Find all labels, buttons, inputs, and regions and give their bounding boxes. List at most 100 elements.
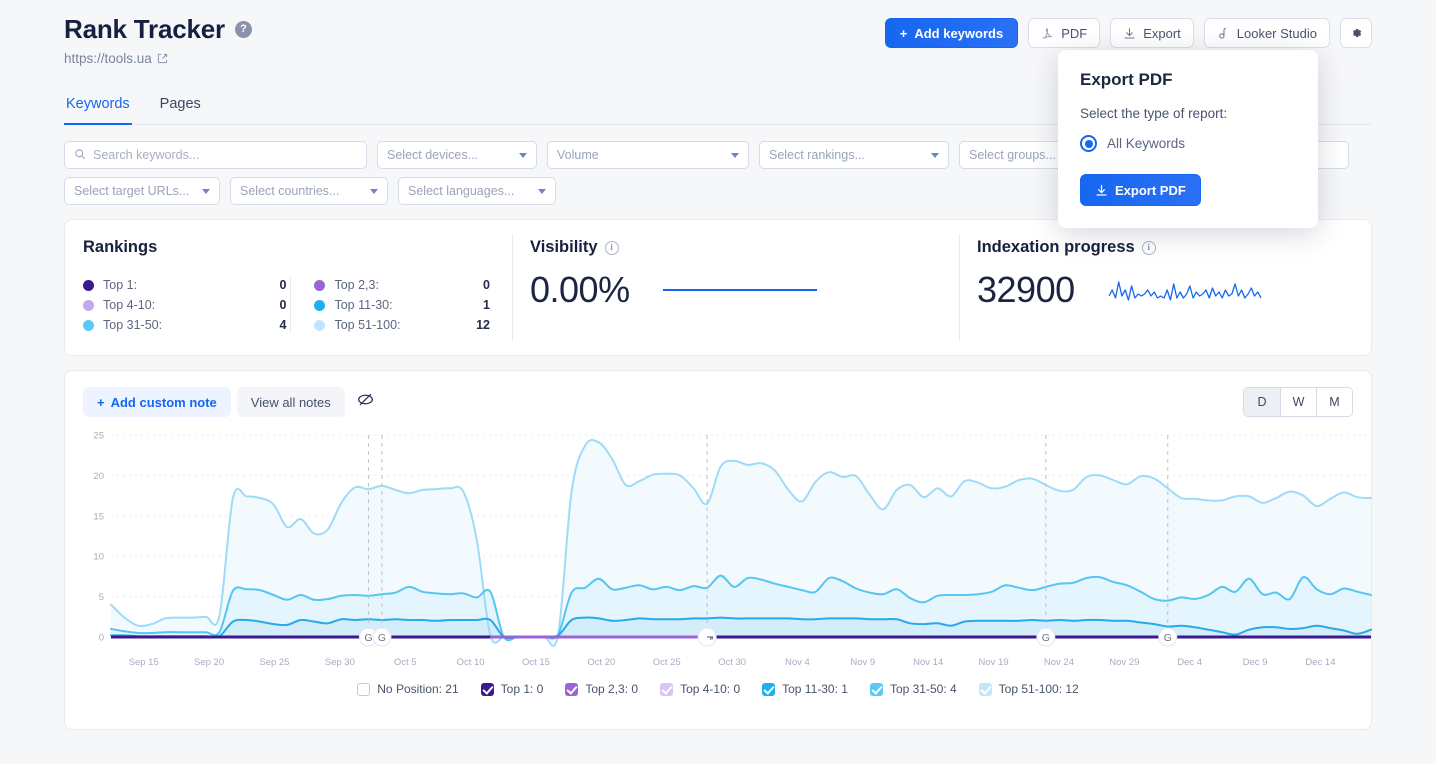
- tab-keywords[interactable]: Keywords: [64, 86, 132, 125]
- rankings-col-right: Top 2,3: 0 Top 11-30: 1 Top 51-100: 12: [286, 275, 490, 335]
- download-icon: [1123, 27, 1136, 40]
- tab-pages[interactable]: Pages: [158, 86, 203, 125]
- add-keywords-label: Add keywords: [914, 25, 1004, 41]
- legend-item[interactable]: Top 11-30: 1: [762, 682, 848, 696]
- legend-checkbox[interactable]: [357, 682, 371, 696]
- legend-label: Top 4-10: 0: [680, 682, 741, 696]
- time-range-segmented-control: D W M: [1243, 387, 1353, 417]
- view-all-notes-button[interactable]: View all notes: [236, 387, 345, 417]
- settings-button[interactable]: [1340, 18, 1372, 48]
- rank-dot: [83, 279, 94, 291]
- languages-label: Select languages...: [408, 184, 515, 198]
- chevron-down-icon: [519, 152, 527, 158]
- export-button[interactable]: Export: [1110, 18, 1194, 48]
- rank-label: Top 1:: [103, 278, 138, 292]
- legend-label: Top 11-30: 1: [782, 682, 848, 696]
- info-icon[interactable]: i: [604, 240, 619, 255]
- visibility-value: 0.00%: [530, 269, 630, 310]
- chart-toolbar: + Add custom note View all notes D W M: [83, 387, 1353, 417]
- toggle-notes-visibility-button[interactable]: [351, 387, 381, 417]
- legend-label: Top 31-50: 4: [889, 682, 957, 696]
- gear-icon: [1349, 26, 1363, 40]
- rank-value: 1: [483, 298, 490, 312]
- x-tick-label: Oct 10: [456, 657, 485, 668]
- x-tick-label: Nov 19: [978, 657, 1009, 668]
- volume-label: Volume: [557, 148, 599, 162]
- help-icon[interactable]: ?: [234, 21, 252, 38]
- rankings-col-left: Top 1: 0 Top 4-10: 0 Top 31-50: 4: [83, 275, 286, 335]
- legend-label: Top 1: 0: [500, 682, 544, 696]
- visibility-card-title: Visibility i: [530, 238, 937, 257]
- rank-dot: [314, 279, 326, 291]
- legend-checkbox[interactable]: [762, 682, 776, 696]
- x-tick-label: Dec 9: [1242, 657, 1268, 668]
- chevron-down-icon: [538, 188, 546, 194]
- legend-checkbox[interactable]: [869, 682, 883, 696]
- rankings-grid: Top 1: 0 Top 4-10: 0 Top 31-50: 4 Top 2,…: [83, 275, 490, 335]
- export-pdf-submit-button[interactable]: Export PDF: [1080, 174, 1201, 206]
- countries-select[interactable]: Select countries...: [230, 177, 388, 205]
- range-week-button[interactable]: W: [1280, 388, 1316, 416]
- x-tick-label: Nov 24: [1043, 657, 1074, 668]
- svg-text:G: G: [1164, 632, 1172, 644]
- rank-label: Top 11-30:: [334, 298, 393, 312]
- legend-checkbox[interactable]: [978, 682, 992, 696]
- rankings-select[interactable]: Select rankings...: [759, 141, 949, 169]
- legend-item[interactable]: Top 4-10: 0: [660, 682, 740, 696]
- x-tick-label: Sep 30: [324, 657, 355, 668]
- add-custom-note-button[interactable]: + Add custom note: [83, 387, 231, 417]
- legend-checkbox[interactable]: [660, 682, 674, 696]
- rank-label: Top 4-10:: [103, 298, 156, 312]
- download-icon: [1095, 184, 1108, 197]
- legend-checkbox[interactable]: [565, 682, 579, 696]
- range-month-button[interactable]: M: [1316, 388, 1352, 416]
- chevron-down-icon: [370, 188, 378, 194]
- visibility-card: Visibility i 0.00%: [512, 220, 959, 355]
- range-day-button[interactable]: D: [1244, 388, 1280, 416]
- legend-item[interactable]: Top 31-50: 4: [869, 682, 957, 696]
- rankings-chart-svg[interactable]: 0510152025G G G G: [83, 429, 1373, 661]
- indexation-sparkline: [1108, 281, 1262, 301]
- svg-text:10: 10: [93, 552, 104, 563]
- info-icon[interactable]: i: [1141, 240, 1156, 255]
- looker-studio-button[interactable]: Looker Studio: [1203, 18, 1330, 48]
- export-pdf-subtitle: Select the type of report:: [1080, 106, 1228, 121]
- search-input[interactable]: Search keywords...: [64, 141, 367, 169]
- visibility-title-text: Visibility: [530, 238, 598, 256]
- indexation-value: 32900: [977, 269, 1075, 310]
- page-title: Rank Tracker: [64, 14, 225, 44]
- pdf-button[interactable]: PDF: [1028, 18, 1101, 48]
- languages-select[interactable]: Select languages...: [398, 177, 556, 205]
- radio-all-keywords[interactable]: All Keywords: [1080, 135, 1296, 152]
- target-urls-label: Select target URLs...: [74, 184, 190, 198]
- legend-label: No Position: 21: [377, 682, 459, 696]
- legend-item[interactable]: No Position: 21: [357, 682, 459, 696]
- svg-text:25: 25: [93, 431, 104, 442]
- legend-item[interactable]: Top 2,3: 0: [565, 682, 638, 696]
- rank-item: Top 11-30: 1: [314, 295, 490, 315]
- volume-select[interactable]: Volume: [547, 141, 749, 169]
- x-tick-label: Dec 4: [1177, 657, 1203, 668]
- x-tick-label: Sep 15: [128, 657, 159, 668]
- x-tick-label: Oct 15: [521, 657, 550, 668]
- svg-text:20: 20: [93, 471, 104, 482]
- x-tick-label: Dec 14: [1305, 657, 1336, 668]
- chart-legend: No Position: 21 Top 1: 0 Top 2,3: 0 Top 4-1…: [83, 682, 1353, 696]
- chart-toolbar-left: + Add custom note View all notes: [83, 387, 381, 417]
- legend-checkbox[interactable]: [480, 682, 494, 696]
- devices-select[interactable]: Select devices...: [377, 141, 537, 169]
- rankings-title-text: Rankings: [83, 238, 158, 256]
- plus-icon: +: [899, 25, 908, 41]
- x-tick-label: Nov 29: [1109, 657, 1140, 668]
- legend-item[interactable]: Top 51-100: 12: [978, 682, 1079, 696]
- svg-text:G: G: [378, 632, 386, 644]
- rank-label: Top 31-50:: [103, 318, 163, 332]
- add-keywords-button[interactable]: + Add keywords: [884, 18, 1019, 48]
- rank-value: 12: [476, 318, 490, 332]
- site-url-text: https://tools.ua: [64, 51, 152, 66]
- site-link[interactable]: https://tools.ua: [64, 51, 252, 66]
- legend-item[interactable]: Top 1: 0: [480, 682, 544, 696]
- rank-item: Top 31-50: 4: [83, 315, 286, 335]
- rank-item: Top 1: 0: [83, 275, 286, 295]
- target-urls-select[interactable]: Select target URLs...: [64, 177, 220, 205]
